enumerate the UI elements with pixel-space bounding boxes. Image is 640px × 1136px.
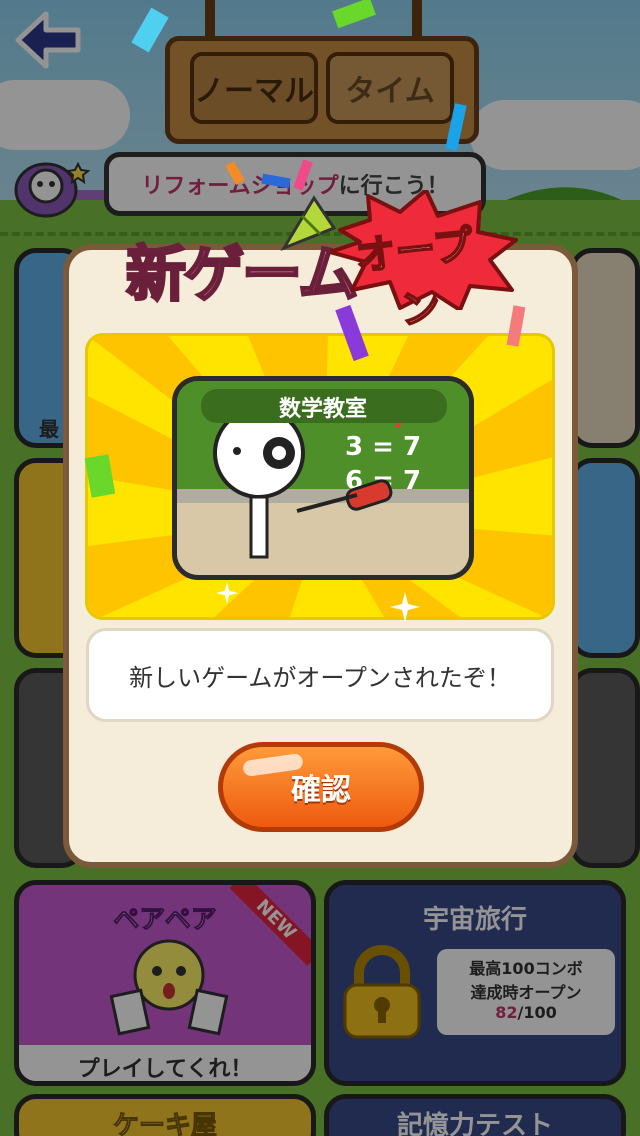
sparkle-icon <box>216 582 238 604</box>
headline-open: オープン <box>352 221 476 335</box>
new-game-message: 新しいゲームがオープンされたぞ！ <box>86 628 554 722</box>
confirm-button[interactable]: 確認 <box>218 742 424 832</box>
sparkle-icon <box>390 592 420 622</box>
svg-text:3 = 7: 3 = 7 <box>345 432 421 462</box>
game-title: 数学教室 <box>278 397 367 422</box>
party-popper-icon <box>280 195 337 252</box>
confirm-label: 確認 <box>291 773 351 808</box>
game-thumbnail-math: 3 = 7 6 = 7 7 数学教室 <box>172 376 474 580</box>
